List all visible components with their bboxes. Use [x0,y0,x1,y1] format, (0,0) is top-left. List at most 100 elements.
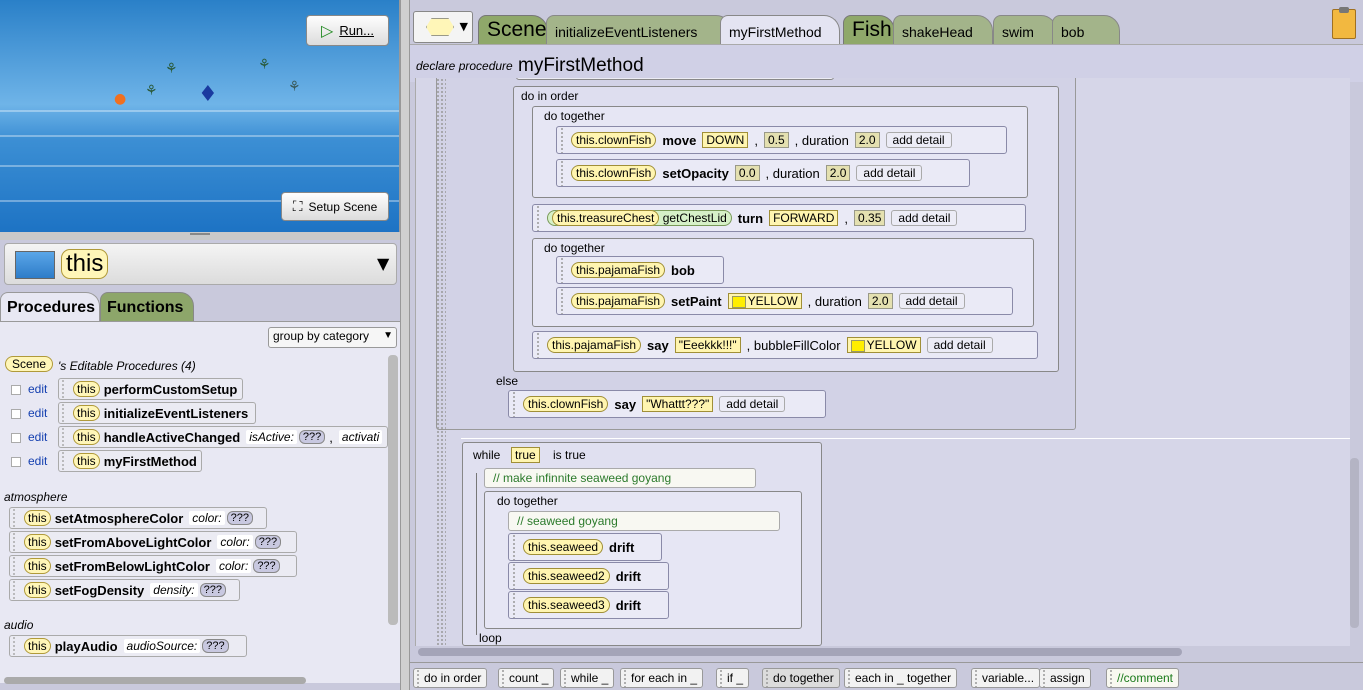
object-tile[interactable]: this.clownFish [523,396,609,412]
proc-checkbox[interactable] [11,457,21,467]
arg-amount[interactable]: 0.5 [763,132,789,148]
param-value[interactable]: ??? [298,430,326,444]
while-condition[interactable]: true [511,447,540,463]
proc-performCustomSetup[interactable]: this performCustomSetup [58,378,243,400]
param-value[interactable]: ??? [254,535,282,549]
param-value[interactable]: ??? [202,639,229,653]
arg-text[interactable]: "Eeekkk!!!" [674,337,741,353]
run-button[interactable]: ▷ Run... [306,15,389,46]
proc-name: playAudio [54,638,118,654]
comment-block[interactable]: // make infinnite seaweed goyang [484,468,756,488]
add-detail-button[interactable]: add detail [885,132,952,148]
scene-view[interactable]: ● ⚘ ⚘ ♦ ⚘ ⚘ ▷ Run... ⛶ Setup Scene [0,0,400,232]
tool-comment[interactable]: //comment [1106,668,1180,688]
proc-initializeEventListeners[interactable]: this initializeEventListeners [58,402,256,424]
proc-setFromAboveLightColor[interactable]: this setFromAboveLightColor color: ??? [9,531,297,553]
arg-color[interactable]: YELLOW [846,337,921,353]
tool-while[interactable]: while _ [560,668,615,688]
tab-functions[interactable]: Functions [100,292,194,322]
proc-handleActiveChanged[interactable]: this handleActiveChanged isActive: ??? ,… [58,426,388,448]
code-editor[interactable]: do in order do together this.clownFish m… [415,78,1350,646]
arg-duration[interactable]: 2.0 [854,132,880,148]
param-label: , duration [765,165,820,181]
seaweed-model: ⚘ [145,83,158,99]
function-tile[interactable]: this.treasureChest getChestLid [547,210,732,226]
tool-count[interactable]: count _ [498,668,555,688]
object-tile[interactable]: this.pajamaFish [547,337,642,353]
statement-drift[interactable]: this.seaweed3 drift [508,591,669,619]
arg-direction[interactable]: FORWARD [769,210,839,226]
tool-do-together[interactable]: do together [762,668,840,688]
panel-divider[interactable] [400,0,410,690]
object-tile[interactable]: this.seaweed3 [523,597,610,613]
object-tile[interactable]: this.pajamaFish [571,293,666,309]
add-detail-button[interactable]: add detail [898,293,965,309]
statement-drift[interactable]: this.seaweed drift [508,533,662,561]
statement-say-else[interactable]: this.clownFish say "Whattt???" add detai… [508,390,826,418]
proc-checkbox[interactable] [11,409,21,419]
add-detail-button[interactable]: add detail [891,210,958,226]
statement-drift[interactable]: this.seaweed2 drift [508,562,669,590]
type-selector[interactable]: ▼ [413,11,473,43]
run-label: Run... [339,23,374,38]
tool-do-in-order[interactable]: do in order [413,668,488,688]
edit-link[interactable]: edit [28,382,47,396]
tab-label: bob [1061,24,1085,40]
object-tile[interactable]: this.seaweed [523,539,604,555]
add-detail-button[interactable]: add detail [926,337,993,353]
tool-each-together[interactable]: each in _ together [844,668,958,688]
clipboard-icon[interactable] [1332,7,1356,39]
editor-horizontal-scrollbar[interactable] [418,648,1182,656]
object-tile[interactable]: this.seaweed2 [523,568,610,584]
arg-direction[interactable]: DOWN [702,132,749,148]
param-value[interactable]: ??? [253,559,280,573]
statement-setOpacity[interactable]: this.clownFish setOpacity 0.0 , duration… [556,159,970,187]
proc-setFogDensity[interactable]: this setFogDensity density: ??? [9,579,240,601]
param-value[interactable]: ??? [199,583,226,597]
edit-link[interactable]: edit [28,430,47,444]
proc-setAtmosphereColor[interactable]: this setAtmosphereColor color: ??? [9,507,267,529]
object-tile[interactable]: this.clownFish [571,132,657,148]
statement-say[interactable]: this.pajamaFish say "Eeekkk!!!" , bubble… [532,331,1038,359]
arg-duration[interactable]: 2.0 [825,165,851,181]
procedure-name: myFirstMethod [518,55,644,76]
group-by-select[interactable]: group by category ▼ [268,327,397,348]
tab-procedures[interactable]: Procedures [0,292,100,322]
tool-for-each[interactable]: for each in _ [620,668,704,688]
statement-turn[interactable]: this.treasureChest getChestLid turn FORW… [532,204,1026,232]
add-detail-button[interactable]: add detail [719,396,786,412]
statement-move[interactable]: this.clownFish move DOWN, 0.5 , duration… [556,126,1007,154]
edit-link[interactable]: edit [28,454,47,468]
arg-duration[interactable]: 2.0 [867,293,893,309]
comment-block[interactable]: // seaweed goyang [508,511,780,531]
arg-opacity[interactable]: 0.0 [734,165,760,181]
proc-playAudio[interactable]: this playAudio audioSource: ??? [9,635,247,657]
tool-assign[interactable]: assign [1039,668,1091,688]
proc-checkbox[interactable] [11,385,21,395]
object-tile[interactable]: this.clownFish [571,165,657,181]
statement-setPaint[interactable]: this.pajamaFish setPaint YELLOW , durati… [556,287,1013,315]
object-tile[interactable]: this.treasureChest [552,210,660,226]
tool-variable[interactable]: variable... [971,668,1041,688]
scene-splitter[interactable] [0,232,400,240]
arg-color[interactable]: YELLOW [727,293,802,309]
instance-selector[interactable]: this ▼ [4,243,397,285]
dropdown-arrow-icon[interactable]: ▼ [377,254,389,273]
proc-myFirstMethod[interactable]: this myFirstMethod [58,450,202,472]
proc-checkbox[interactable] [11,433,21,443]
tool-if[interactable]: if _ [716,668,750,688]
left-vertical-scrollbar[interactable] [388,355,398,625]
left-horizontal-scrollbar[interactable] [4,677,306,684]
statement-bob[interactable]: this.pajamaFish bob [556,256,724,284]
add-detail-button[interactable]: add detail [856,165,923,181]
while-label: while [473,448,501,462]
editor-vertical-scrollbar[interactable] [1350,458,1359,628]
loop-line [476,473,477,635]
object-tile[interactable]: this.pajamaFish [571,262,666,278]
arg-text[interactable]: "Whattt???" [642,396,714,412]
proc-setFromBelowLightColor[interactable]: this setFromBelowLightColor color: ??? [9,555,297,577]
param-value[interactable]: ??? [226,511,253,525]
edit-link[interactable]: edit [28,406,47,420]
arg-amount[interactable]: 0.35 [854,210,886,226]
setup-scene-button[interactable]: ⛶ Setup Scene [281,192,389,221]
